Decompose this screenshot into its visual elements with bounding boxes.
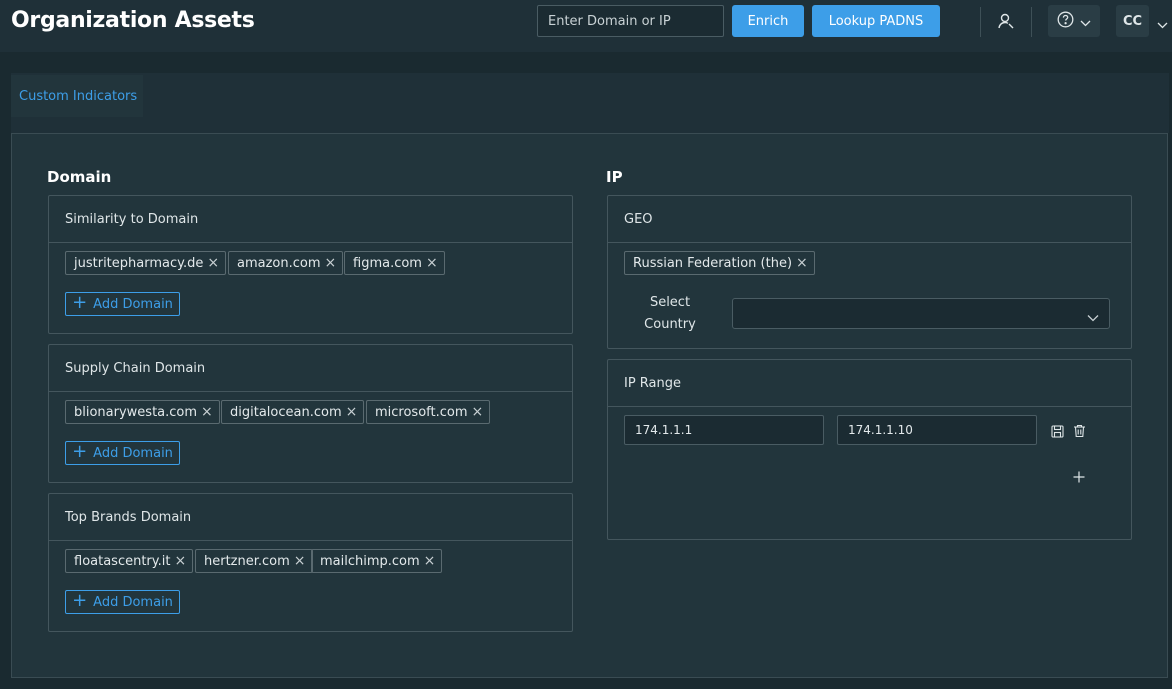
- close-icon[interactable]: ×: [472, 405, 484, 419]
- country-tag: Russian Federation (the) ×: [624, 251, 815, 275]
- close-icon[interactable]: ×: [426, 256, 438, 270]
- domain-tag: microsoft.com ×: [366, 400, 491, 424]
- close-icon[interactable]: ×: [325, 256, 337, 270]
- chevron-down-icon: [1087, 307, 1099, 326]
- top-brands-domain-card: Top Brands Domain floatascentry.it × hert…: [48, 493, 573, 632]
- ip-range-card: IP Range: [607, 359, 1132, 540]
- card-title: IP Range: [608, 360, 1131, 407]
- close-icon[interactable]: ×: [174, 554, 186, 568]
- close-icon[interactable]: ×: [424, 554, 436, 568]
- trash-icon[interactable]: [1071, 423, 1087, 439]
- add-domain-button[interactable]: + Add Domain: [65, 441, 180, 465]
- enrich-button[interactable]: Enrich: [732, 5, 804, 37]
- close-icon[interactable]: ×: [796, 256, 808, 270]
- lookup-padns-button[interactable]: Lookup PADNS: [812, 5, 940, 37]
- user-search-icon[interactable]: [994, 5, 1018, 37]
- top-bar: Organization Assets Enrich Lookup PADNS …: [0, 0, 1172, 52]
- divider: [980, 7, 981, 37]
- ip-range-end-input[interactable]: [837, 415, 1037, 445]
- domain-tag: mailchimp.com ×: [311, 549, 443, 573]
- tab-custom-indicators[interactable]: Custom Indicators: [11, 75, 143, 117]
- ip-section-title: IP: [606, 168, 623, 186]
- help-icon: [1057, 11, 1074, 32]
- card-title: Similarity to Domain: [49, 196, 572, 243]
- plus-icon: +: [72, 441, 88, 462]
- card-title: Top Brands Domain: [49, 494, 572, 541]
- card-title: Supply Chain Domain: [49, 345, 572, 392]
- select-country-label: Select Country: [644, 295, 696, 332]
- country-select[interactable]: [732, 298, 1110, 329]
- add-domain-button[interactable]: + Add Domain: [65, 292, 180, 316]
- supply-chain-domain-card: Supply Chain Domain blionarywesta.com × d…: [48, 344, 573, 483]
- domain-tag: amazon.com ×: [228, 251, 344, 275]
- close-icon[interactable]: ×: [207, 256, 219, 270]
- geo-card: GEO Russian Federation (the) × Select Cou…: [607, 195, 1132, 349]
- plus-icon: +: [72, 590, 88, 611]
- domain-tag: blionarywesta.com ×: [65, 400, 220, 424]
- similarity-domain-card: Similarity to Domain justritepharmacy.de…: [48, 195, 573, 334]
- chevron-down-icon[interactable]: [1157, 14, 1168, 33]
- domain-section-title: Domain: [47, 168, 112, 186]
- help-menu-button[interactable]: [1048, 5, 1100, 37]
- save-icon[interactable]: [1049, 423, 1065, 439]
- add-domain-button[interactable]: + Add Domain: [65, 590, 180, 614]
- chevron-down-icon: [1080, 12, 1091, 31]
- divider: [1031, 7, 1032, 37]
- plus-icon: +: [72, 292, 88, 313]
- domain-tag: hertzner.com ×: [195, 549, 313, 573]
- domain-tag: justritepharmacy.de ×: [65, 251, 227, 275]
- tab-strip: [11, 73, 1169, 133]
- domain-tag: floatascentry.it ×: [65, 549, 194, 573]
- domain-tag: digitalocean.com ×: [221, 400, 365, 424]
- close-icon[interactable]: ×: [346, 405, 358, 419]
- page-title: Organization Assets: [11, 8, 255, 33]
- add-ip-range-icon[interactable]: [1071, 469, 1087, 485]
- close-icon[interactable]: ×: [294, 554, 306, 568]
- avatar[interactable]: CC: [1116, 5, 1149, 37]
- domain-ip-search-input[interactable]: [537, 5, 724, 37]
- domain-tag: figma.com ×: [344, 251, 445, 275]
- ip-range-start-input[interactable]: [624, 415, 824, 445]
- card-title: GEO: [608, 196, 1131, 243]
- close-icon[interactable]: ×: [201, 405, 213, 419]
